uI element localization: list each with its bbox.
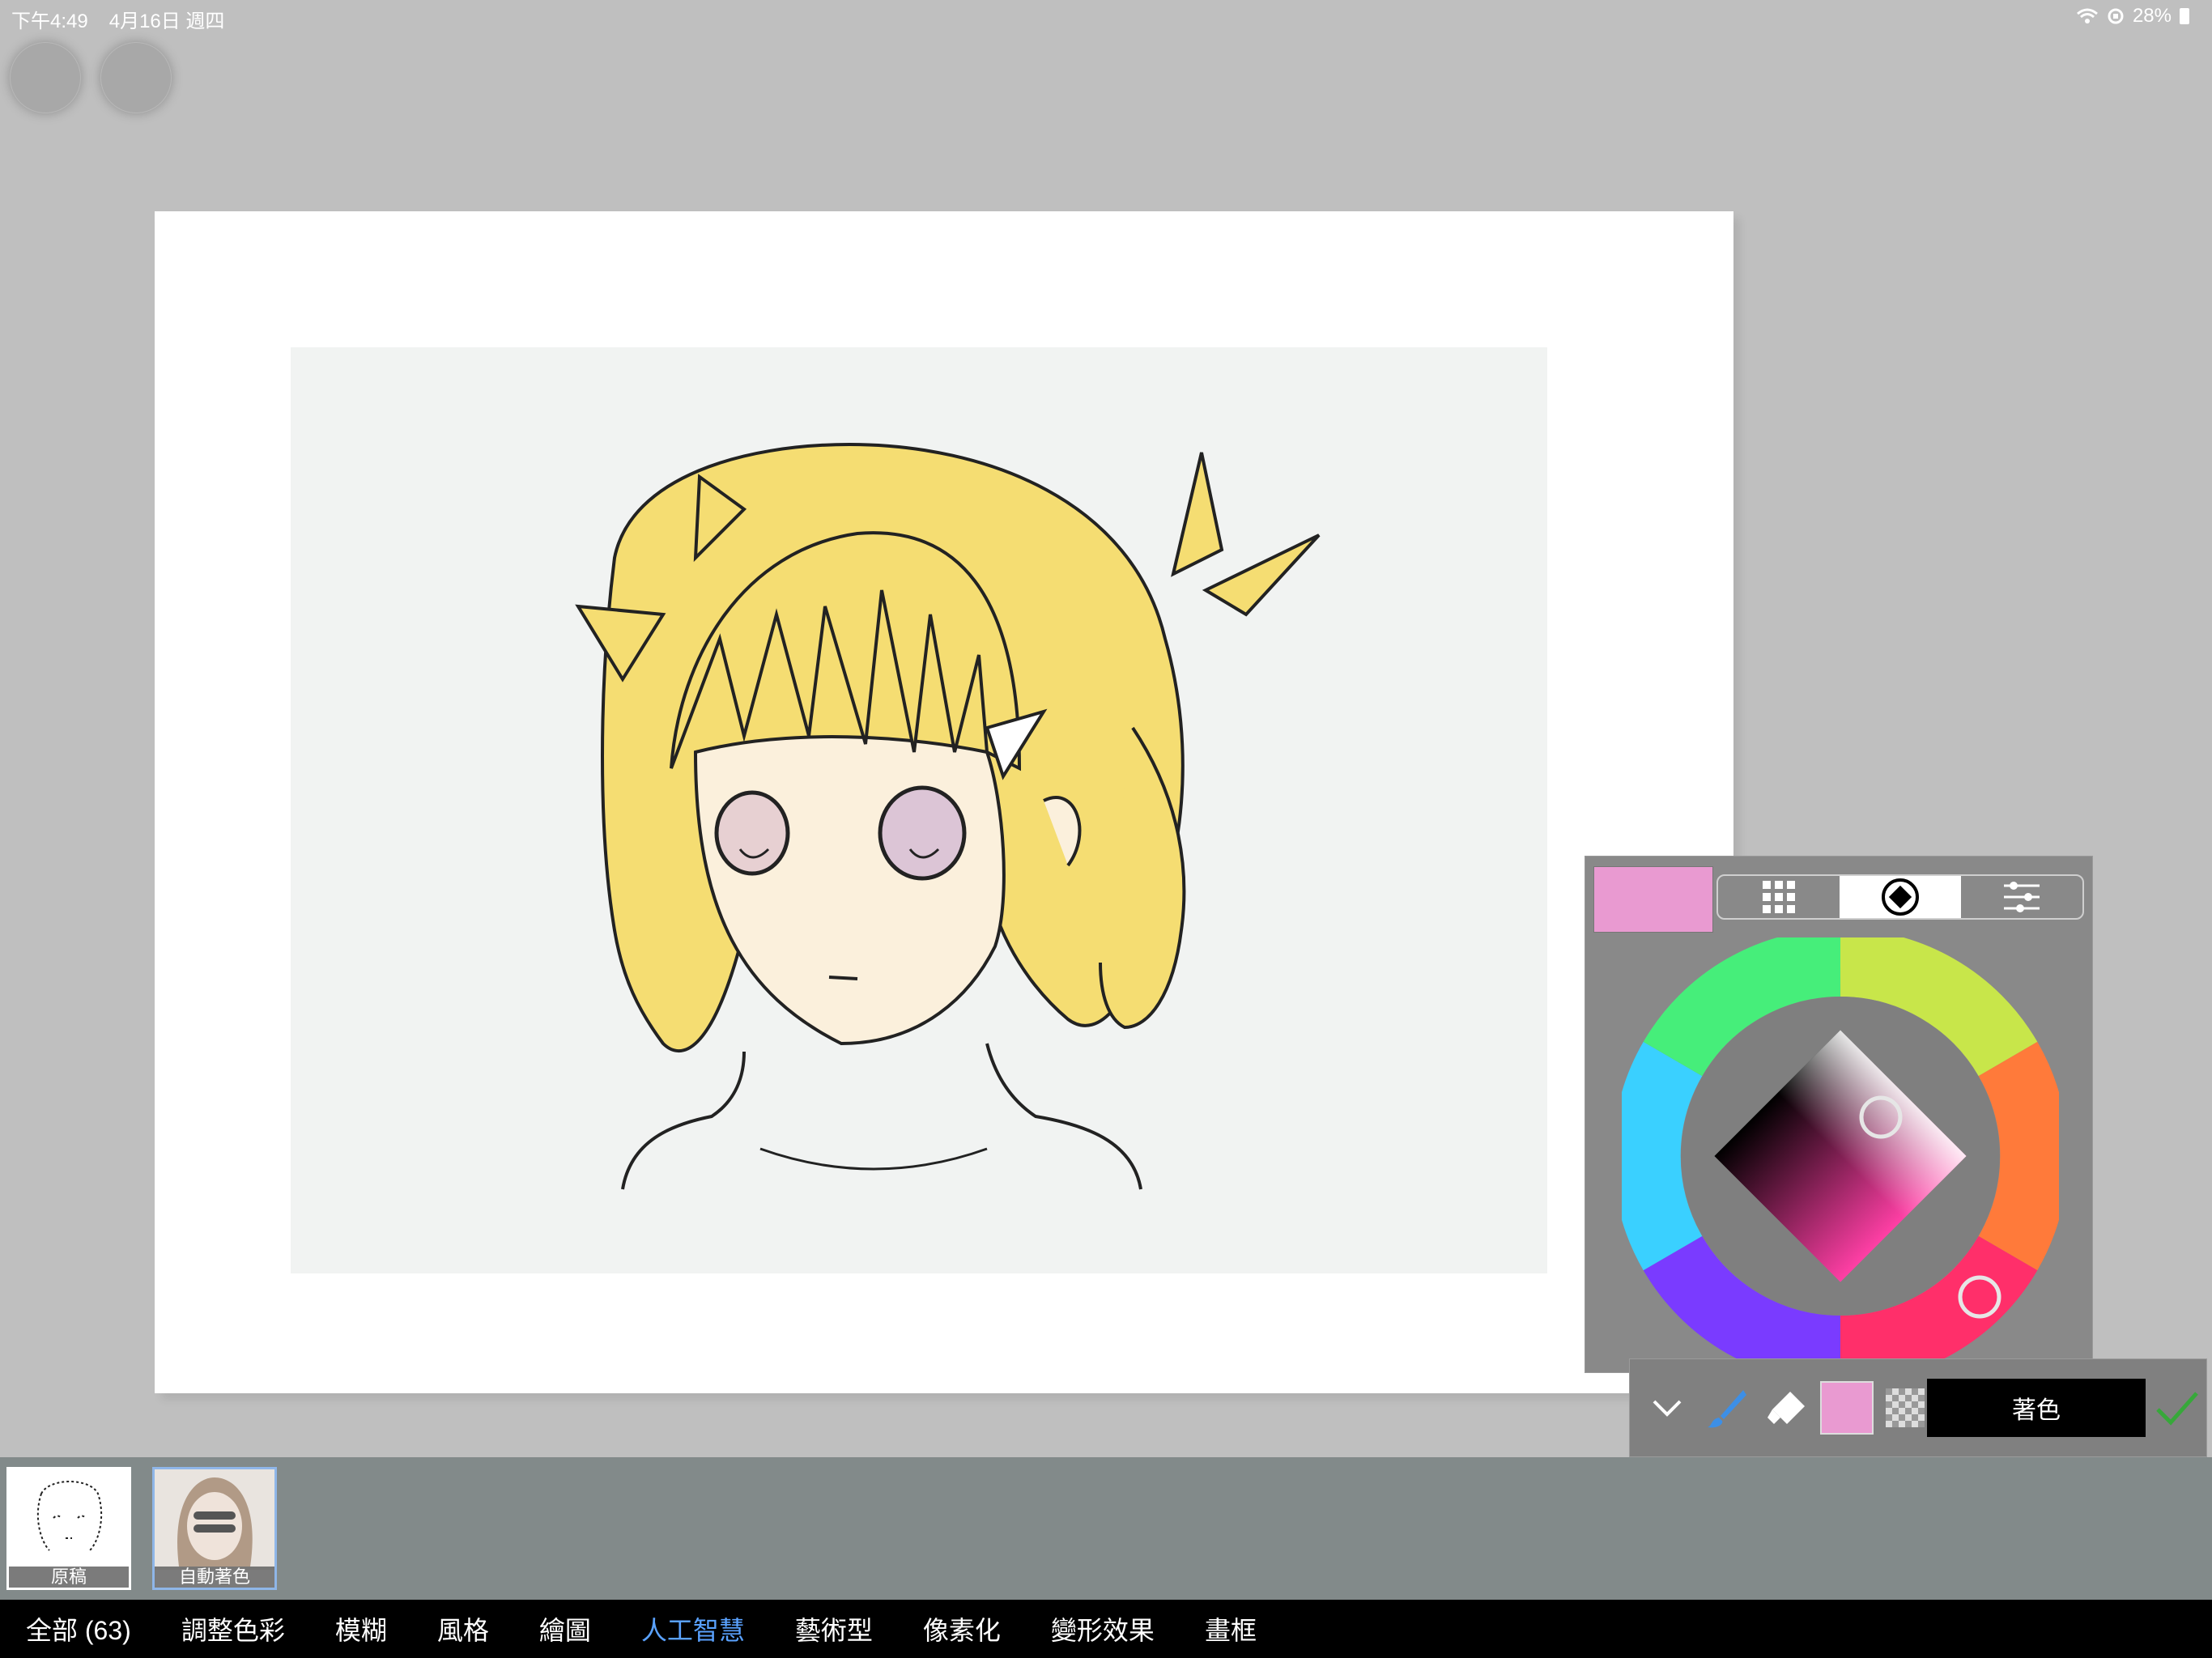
battery-percent: 28% [2132, 5, 2172, 27]
battery-icon [2180, 8, 2189, 24]
transparent-button[interactable] [1876, 1379, 1934, 1437]
tab-color-wheel[interactable] [1840, 876, 1961, 918]
original-sketch-thumbnail [36, 1481, 103, 1551]
thumb-auto-color[interactable]: 自動著色 [152, 1467, 277, 1590]
thumb-label: 自動著色 [155, 1567, 274, 1588]
category-ai[interactable]: 人工智慧 [615, 1610, 769, 1647]
selected-color-swatch [1820, 1381, 1874, 1435]
tab-sliders[interactable] [1961, 876, 2082, 918]
status-date: 4月16日 週四 [108, 11, 225, 32]
chevron-down-icon [1653, 1400, 1682, 1417]
category-adjust-color[interactable]: 調整色彩 [155, 1610, 309, 1647]
color-wheel[interactable] [1622, 937, 2059, 1375]
close-button[interactable] [10, 42, 81, 113]
wheel-icon [1882, 878, 1919, 916]
auto-color-thumbnail [155, 1469, 274, 1570]
category-pixelate[interactable]: 像素化 [897, 1610, 1025, 1647]
canvas[interactable] [155, 211, 1733, 1393]
color-mode-tabs [1716, 874, 2084, 920]
tab-palette-grid[interactable] [1718, 876, 1840, 918]
transparency-icon [1886, 1388, 1925, 1427]
wifi-icon [2076, 8, 2098, 23]
thumb-original[interactable]: 原稿 [6, 1467, 131, 1590]
orientation-lock-icon [2108, 8, 2124, 24]
brush-icon [1708, 1390, 1746, 1428]
status-time: 下午4:49 [11, 11, 88, 32]
sliders-icon [2004, 882, 2040, 912]
category-drawing[interactable]: 繪圖 [513, 1610, 615, 1647]
category-frame[interactable]: 畫框 [1179, 1610, 1281, 1647]
options-button[interactable] [100, 42, 172, 113]
category-style[interactable]: 風格 [411, 1610, 513, 1647]
apply-coloring-button[interactable]: 著色 [1927, 1379, 2146, 1437]
coloring-toolbar: 著色 [1629, 1358, 2207, 1457]
artwork-image[interactable] [291, 347, 1547, 1273]
eraser-icon [1767, 1392, 1805, 1424]
checkmark-icon [2156, 1392, 2198, 1426]
category-blur[interactable]: 模糊 [309, 1610, 411, 1647]
color-picker-panel [1585, 856, 2093, 1375]
eraser-button[interactable] [1758, 1379, 1816, 1437]
effect-filmstrip: 原稿 自動著色 [0, 1457, 2212, 1600]
category-all[interactable]: 全部 (63) [0, 1610, 155, 1647]
category-artistic[interactable]: 藝術型 [769, 1610, 897, 1647]
grid-icon [1763, 881, 1795, 913]
current-color-swatch[interactable] [1593, 866, 1713, 933]
thumb-label: 原稿 [9, 1567, 129, 1588]
filter-category-bar: 全部 (63) 調整色彩 模糊 風格 繪圖 人工智慧 藝術型 像素化 變形效果 … [0, 1600, 2212, 1658]
collapse-button[interactable] [1638, 1379, 1696, 1437]
status-bar: 下午4:49 4月16日 週四 28% [0, 0, 2212, 32]
confirm-button[interactable] [2148, 1379, 2206, 1437]
brush-button[interactable] [1698, 1379, 1756, 1437]
anime-girl-drawing [575, 442, 1321, 1190]
category-distort[interactable]: 變形效果 [1025, 1610, 1179, 1647]
color-swatch-button[interactable] [1818, 1379, 1876, 1437]
